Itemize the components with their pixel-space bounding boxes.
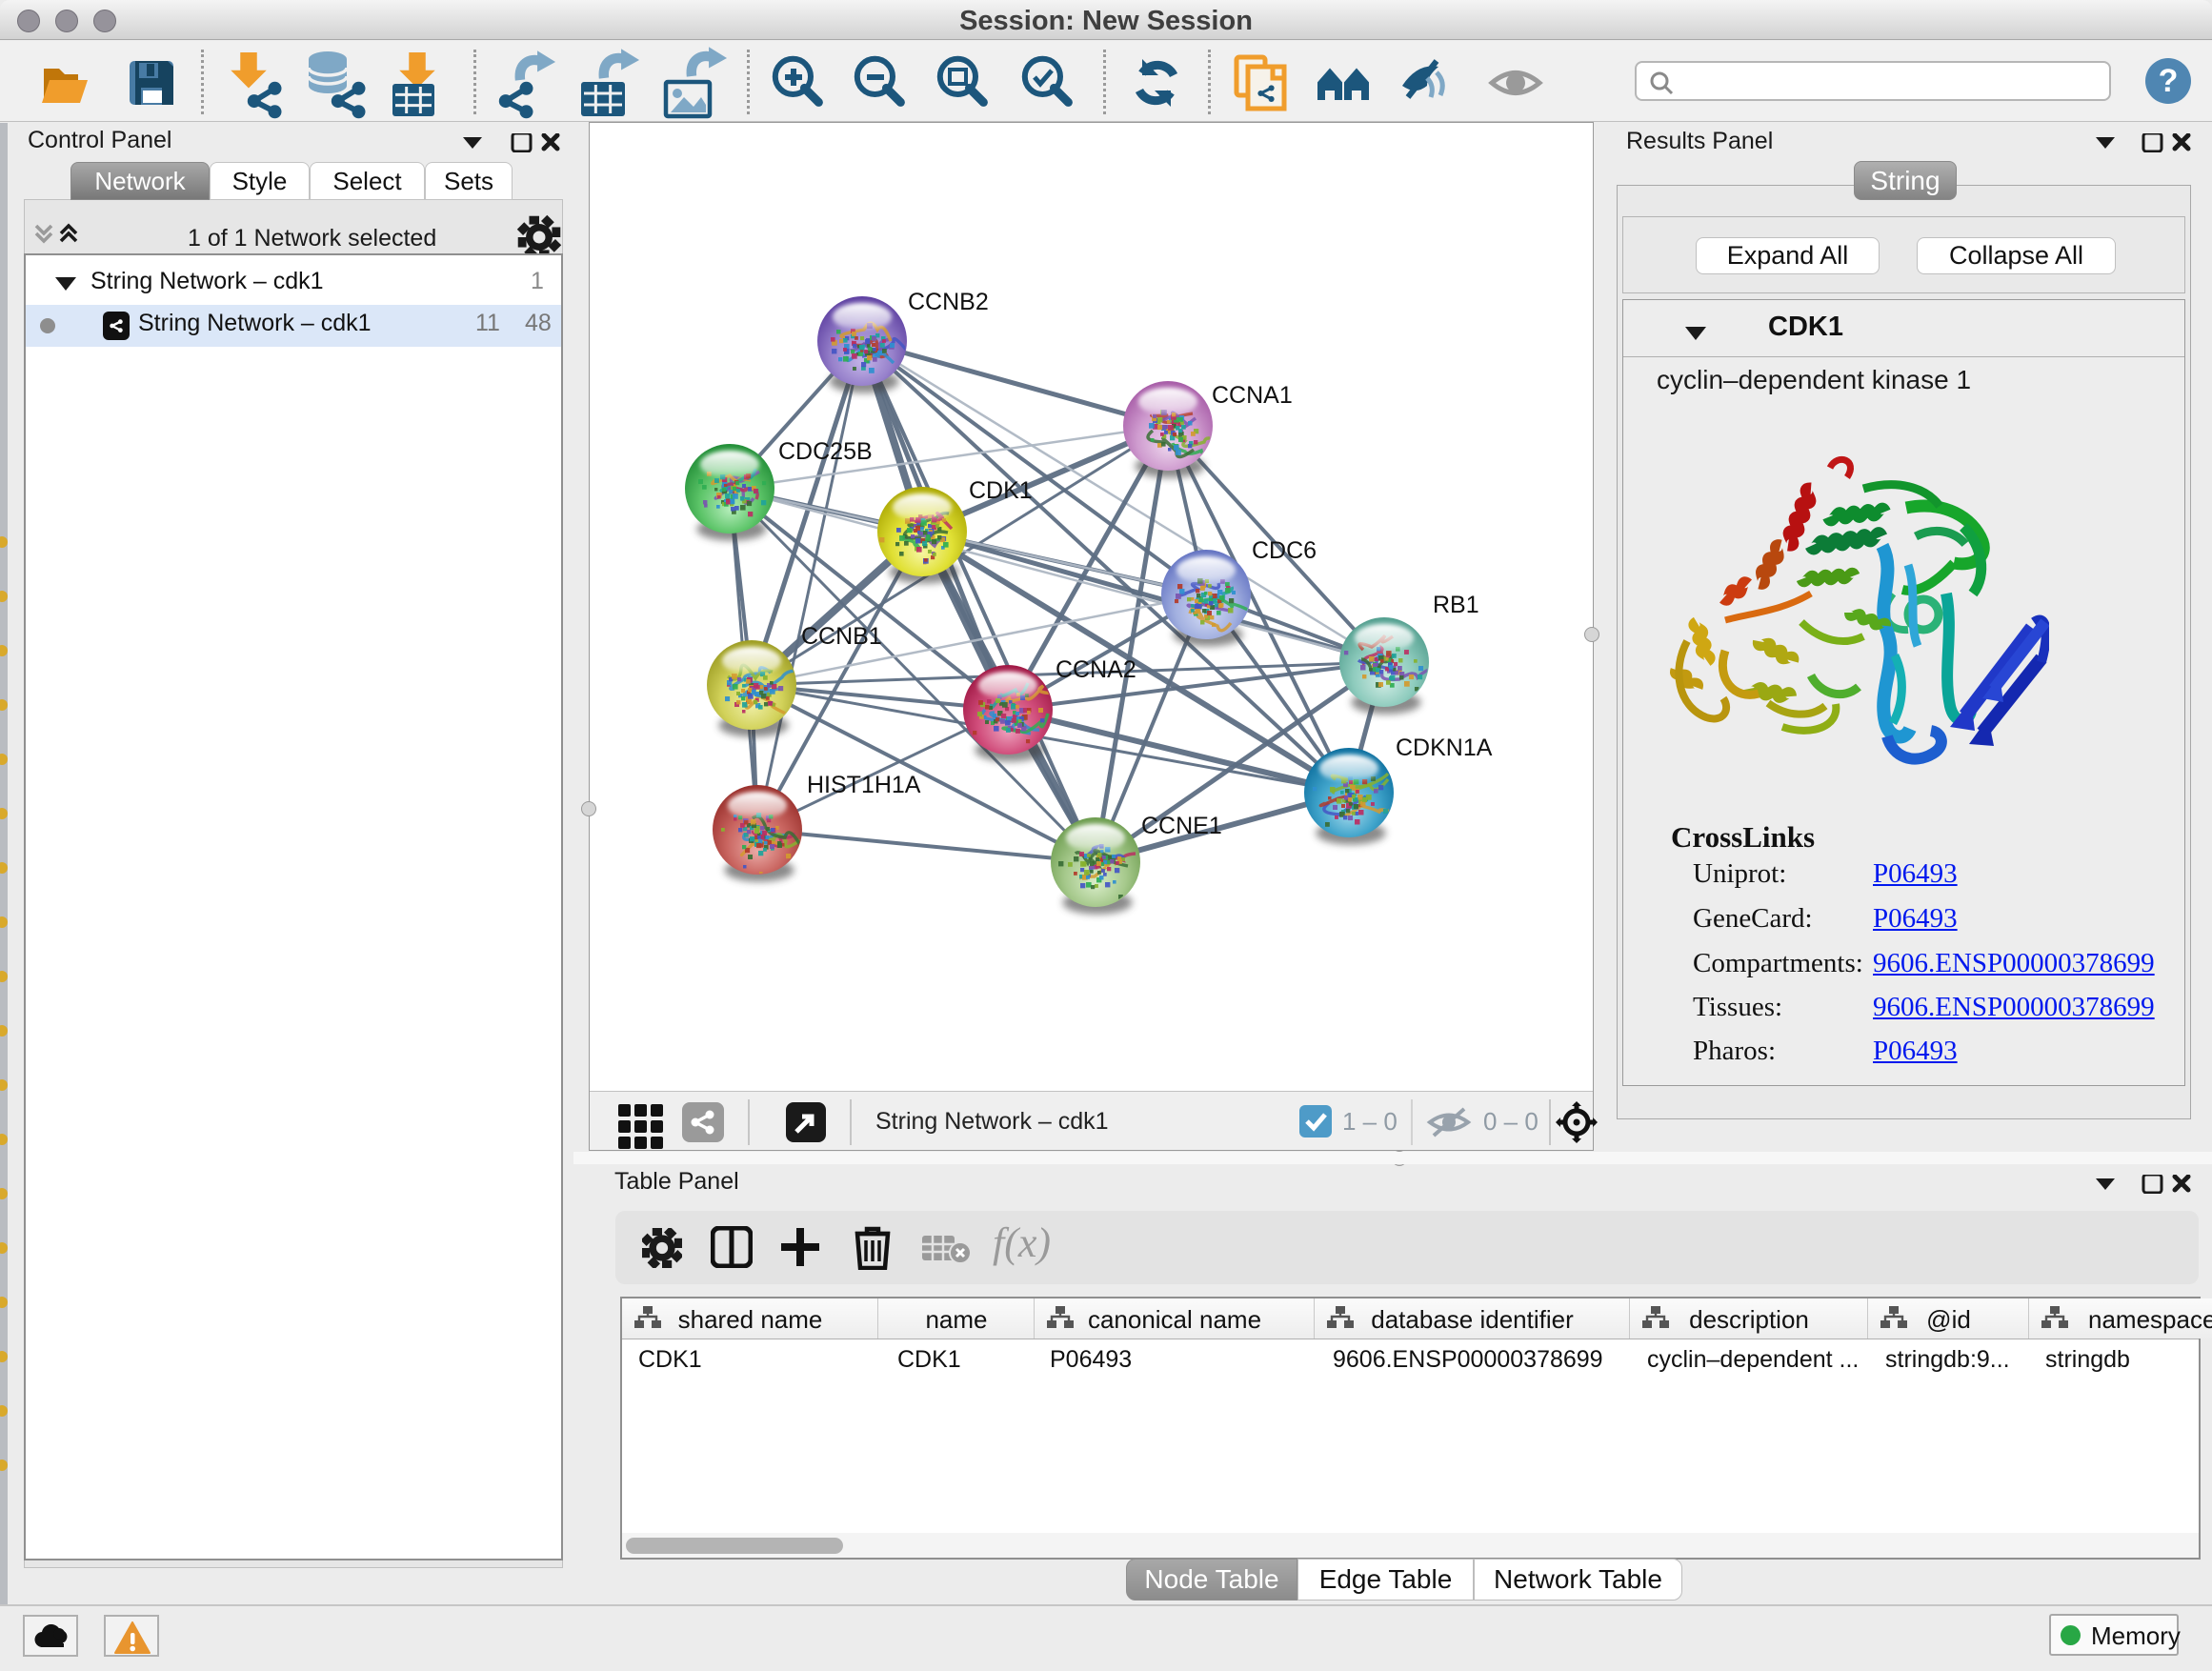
svg-text:RB1: RB1 <box>1433 592 1479 618</box>
svg-text:CDK1: CDK1 <box>969 477 1033 504</box>
svg-text:CCNB1: CCNB1 <box>801 623 882 650</box>
svg-text:CCNA2: CCNA2 <box>1056 656 1136 683</box>
svg-text:CCNB2: CCNB2 <box>908 289 989 315</box>
svg-text:CDC25B: CDC25B <box>778 438 873 465</box>
svg-text:CCNA1: CCNA1 <box>1212 382 1293 409</box>
svg-text:CDC6: CDC6 <box>1252 537 1317 564</box>
svg-text:CCNE1: CCNE1 <box>1141 813 1222 839</box>
svg-text:HIST1H1A: HIST1H1A <box>807 772 921 798</box>
svg-text:CDKN1A: CDKN1A <box>1396 735 1493 761</box>
